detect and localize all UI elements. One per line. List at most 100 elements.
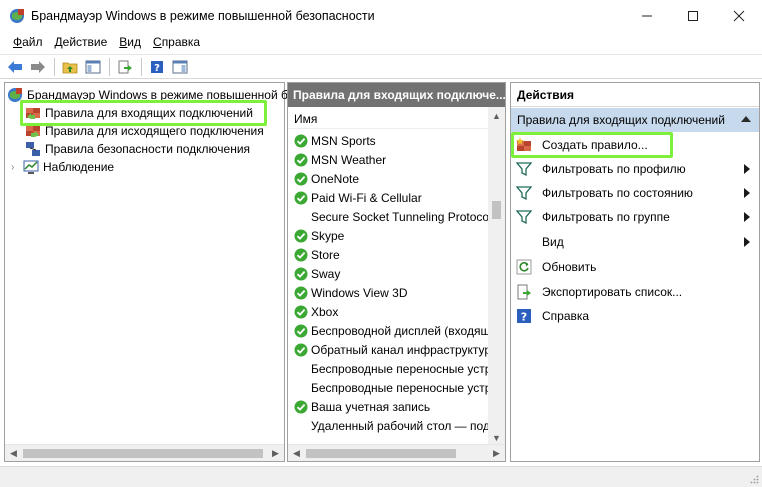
close-button[interactable]: [716, 0, 762, 32]
action-label: Фильтровать по группе: [542, 210, 670, 224]
toolbar-separator: [54, 57, 55, 76]
enabled-check-icon: [294, 172, 308, 185]
show-hide-action-pane-icon: [172, 60, 188, 73]
tree-item-monitoring[interactable]: › Наблюдение: [11, 158, 114, 176]
rule-name: Удаленный рабочий стол — под: [311, 418, 488, 433]
show-hide-action-pane-button[interactable]: [169, 56, 191, 78]
rule-name: Secure Socket Tunneling Protocol: [311, 209, 488, 224]
menu-action[interactable]: Действие: [49, 35, 114, 49]
enabled-check-icon: [294, 324, 308, 337]
expand-chevron-icon[interactable]: ›: [11, 162, 21, 173]
menu-help[interactable]: Справка: [147, 35, 206, 49]
maximize-button[interactable]: [670, 0, 716, 32]
rule-row[interactable]: Беспроводные переносные устр: [288, 378, 488, 397]
rule-row[interactable]: Skype: [288, 226, 488, 245]
rule-row[interactable]: Беспроводной дисплей (входящ: [288, 321, 488, 340]
rules-horizontal-scrollbar[interactable]: ◀ ▶: [288, 444, 505, 461]
rule-row[interactable]: OneNote: [288, 169, 488, 188]
back-button[interactable]: [4, 56, 26, 78]
forward-button[interactable]: [27, 56, 49, 78]
rule-row[interactable]: Ваша учетная запись: [288, 397, 488, 416]
toolbar: ?: [0, 54, 762, 79]
enabled-check-icon: [294, 248, 308, 261]
scroll-left-icon[interactable]: ◀: [288, 445, 305, 462]
rule-row[interactable]: Удаленный рабочий стол — под: [288, 416, 488, 435]
tree-item-outbound-rules[interactable]: Правила для исходящего подключения: [25, 122, 264, 140]
scrollbar-thumb[interactable]: [23, 449, 263, 458]
rules-vertical-scrollbar[interactable]: ▲ ▼: [488, 107, 505, 446]
rule-row[interactable]: Store: [288, 245, 488, 264]
enabled-check-icon: [294, 229, 308, 242]
menu-file-label: айл: [22, 35, 43, 49]
rule-name: Беспроводные переносные устр: [311, 380, 488, 395]
submenu-arrow-icon: [744, 188, 750, 198]
export-list-button[interactable]: [114, 56, 136, 78]
action-label: Экспортировать список...: [542, 285, 683, 299]
rule-row[interactable]: Windows View 3D: [288, 283, 488, 302]
rule-row[interactable]: Беспроводные переносные устр: [288, 359, 488, 378]
tree-item-inbound-rules[interactable]: Правила для входящих подключений: [25, 104, 253, 122]
rule-row[interactable]: Sway: [288, 264, 488, 283]
scroll-right-icon[interactable]: ▶: [488, 445, 505, 462]
enabled-check-icon: [294, 134, 308, 147]
up-folder-icon: [62, 62, 78, 73]
rules-list-pane: Правила для входящих подключе... Имя MSN…: [287, 82, 506, 462]
enabled-check-icon: [294, 305, 308, 318]
toolbar-separator: [141, 57, 142, 76]
menu-help-label: правка: [161, 35, 201, 49]
action-filter-state[interactable]: Фильтровать по состоянию: [511, 182, 759, 204]
rule-row[interactable]: MSN Weather: [288, 150, 488, 169]
rule-row[interactable]: Secure Socket Tunneling Protocol: [288, 207, 488, 226]
menu-file[interactable]: Файл: [7, 35, 49, 49]
tree-item-label: Правила безопасности подключения: [45, 142, 251, 156]
rule-name: Skype: [311, 228, 345, 243]
show-hide-tree-button[interactable]: [82, 56, 104, 78]
title-bar: Брандмауэр Windows в режиме повышенной б…: [0, 0, 762, 32]
scrollbar-thumb[interactable]: [492, 201, 501, 219]
connection-security-icon: [26, 142, 40, 156]
action-export-list[interactable]: Экспортировать список...: [511, 281, 759, 303]
rule-row[interactable]: Paid Wi-Fi & Cellular: [288, 188, 488, 207]
tree-item-connection-security[interactable]: Правила безопасности подключения: [25, 140, 250, 158]
actions-section-header[interactable]: Правила для входящих подключений: [511, 108, 759, 132]
scroll-up-icon[interactable]: ▲: [488, 107, 505, 124]
action-view[interactable]: Вид: [511, 231, 759, 253]
rule-name: Store: [311, 247, 340, 262]
scroll-right-icon[interactable]: ▶: [267, 445, 284, 462]
rule-row[interactable]: Xbox: [288, 302, 488, 321]
minimize-button[interactable]: [624, 0, 670, 32]
rule-row[interactable]: Обратный канал инфраструктур: [288, 340, 488, 359]
rules-pane-title: Правила для входящих подключе...: [288, 83, 505, 107]
rule-row[interactable]: MSN Sports: [288, 131, 488, 150]
tree-item-label: Правила для исходящего подключения: [45, 124, 264, 138]
rule-name: Беспроводные переносные устр: [311, 361, 488, 376]
action-filter-group[interactable]: Фильтровать по группе: [511, 206, 759, 228]
menu-view-label: ид: [127, 35, 142, 49]
help-icon: ?: [517, 309, 531, 324]
export-icon: [517, 284, 531, 300]
help-icon: ?: [151, 60, 163, 74]
action-refresh[interactable]: Обновить: [511, 256, 759, 278]
action-help[interactable]: ? Справка: [511, 305, 759, 327]
up-level-button[interactable]: [59, 56, 81, 78]
action-label: Фильтровать по состоянию: [542, 186, 693, 200]
enabled-check-icon: [294, 343, 308, 356]
actions-section-label: Правила для входящих подключений: [517, 113, 725, 127]
action-new-rule[interactable]: Создать правило...: [511, 134, 759, 156]
action-filter-profile[interactable]: Фильтровать по профилю: [511, 158, 759, 180]
help-button[interactable]: ?: [146, 56, 168, 78]
menu-view[interactable]: Вид: [113, 35, 147, 49]
column-header-name[interactable]: Имя: [288, 109, 488, 129]
rule-name: MSN Sports: [311, 133, 376, 148]
menu-action-accel: Д: [54, 35, 63, 49]
collapse-caret-icon[interactable]: [741, 116, 751, 122]
scrollbar-thumb[interactable]: [306, 449, 456, 458]
tree-item-label: Наблюдение: [43, 160, 115, 174]
rule-name: OneNote: [311, 171, 360, 186]
action-label: Создать правило...: [542, 138, 648, 152]
scroll-left-icon[interactable]: ◀: [5, 445, 22, 462]
tree-horizontal-scrollbar[interactable]: ◀ ▶: [5, 444, 284, 461]
enabled-check-icon: [294, 267, 308, 280]
resize-grip-icon[interactable]: [749, 474, 759, 484]
svg-text:?: ?: [154, 63, 160, 74]
